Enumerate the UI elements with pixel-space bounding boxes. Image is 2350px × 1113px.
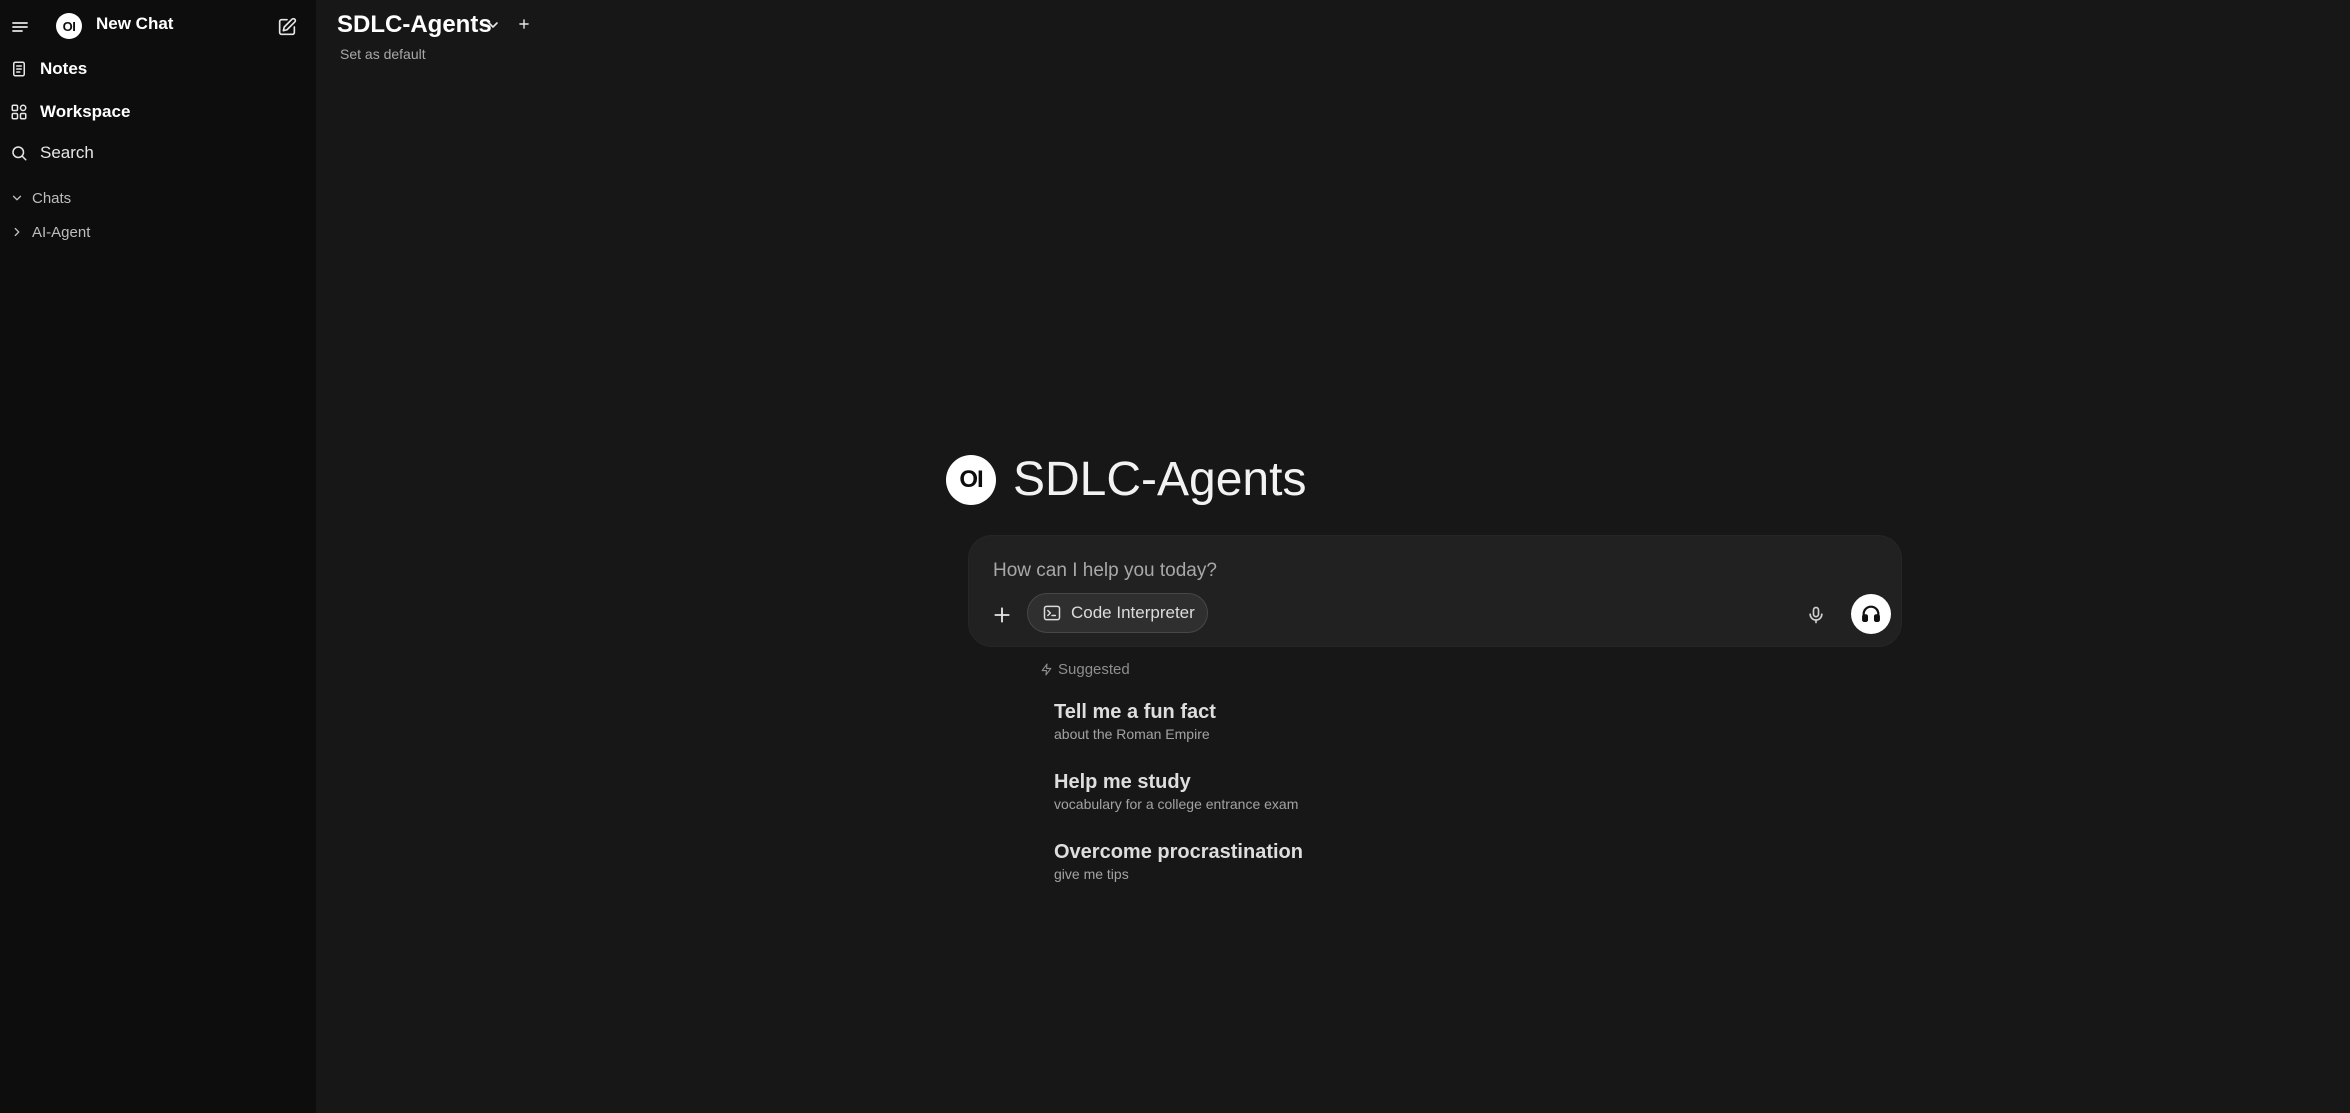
terminal-icon [1042, 603, 1062, 623]
headphones-icon[interactable] [1851, 594, 1891, 634]
new-chat-link[interactable]: New Chat [96, 14, 173, 34]
chevron-down-icon[interactable] [484, 16, 502, 34]
hero: OI SDLC-Agents [946, 452, 1306, 507]
notes-icon [10, 60, 28, 78]
sidebar-item-notes[interactable]: Notes [10, 54, 87, 84]
folder-chats[interactable]: Chats [10, 187, 71, 209]
hero-title: SDLC-Agents [1013, 453, 1307, 506]
model-selector[interactable]: SDLC-Agents [337, 11, 492, 39]
tool-label: Code Interpreter [1071, 603, 1195, 622]
lightning-icon [1040, 663, 1053, 676]
add-model-icon[interactable] [514, 14, 534, 34]
sidebar-item-workspace[interactable]: Workspace [10, 97, 130, 127]
folder-label: Chats [32, 189, 72, 207]
suggested-label: Suggested [1058, 661, 1130, 678]
message-input[interactable] [991, 556, 1771, 586]
sidebar-item-label: Notes [40, 59, 88, 78]
suggestion-title: Overcome procrastination [1054, 841, 1303, 863]
set-as-default-link[interactable]: Set as default [340, 46, 426, 62]
suggestion-subtitle: vocabulary for a college entrance exam [1054, 796, 1299, 812]
sidebar-item-label: Search [40, 143, 94, 162]
chevron-down-icon [10, 191, 24, 205]
folder-ai-agent[interactable]: AI-Agent [10, 221, 90, 243]
menu-icon[interactable] [6, 13, 34, 41]
plus-icon[interactable] [987, 600, 1017, 630]
suggestion-title: Help me study [1054, 771, 1191, 793]
suggestion-item[interactable]: Help me study vocabulary for a college e… [1054, 770, 1414, 812]
code-interpreter-toggle[interactable]: Code Interpreter [1027, 593, 1208, 633]
sidebar-item-search[interactable]: Search [10, 138, 94, 168]
message-composer: Code Interpreter [968, 535, 1902, 647]
app-logo[interactable]: OI [56, 13, 82, 39]
sidebar-item-label: Workspace [40, 102, 131, 121]
suggestion-item[interactable]: Overcome procrastination give me tips [1054, 840, 1414, 882]
suggestion-subtitle: give me tips [1054, 866, 1129, 882]
suggestion-title: Tell me a fun fact [1054, 701, 1216, 723]
microphone-icon[interactable] [1801, 600, 1831, 630]
suggestion-subtitle: about the Roman Empire [1054, 726, 1210, 742]
sidebar: OI New Chat Notes Workspace Search Chats… [0, 0, 316, 1113]
chevron-right-icon [10, 225, 24, 239]
workspace-icon [10, 103, 28, 121]
folder-label: AI-Agent [32, 223, 91, 241]
search-icon [10, 144, 28, 162]
suggested-heading: Suggested [1040, 661, 1130, 678]
compose-icon[interactable] [272, 12, 302, 42]
model-avatar: OI [946, 454, 996, 505]
suggestion-item[interactable]: Tell me a fun fact about the Roman Empir… [1054, 700, 1414, 742]
